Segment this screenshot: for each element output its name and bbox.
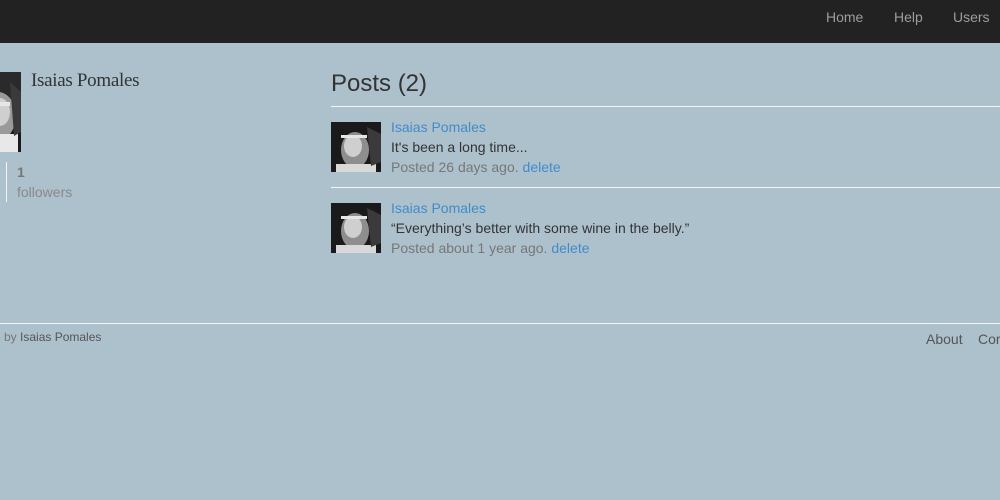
post-content: It's been a long time...	[391, 139, 528, 155]
footer-credit: p by Isaias Pomales	[0, 330, 101, 344]
footer-about-link[interactable]: About	[926, 331, 963, 347]
post-avatar[interactable]	[331, 203, 381, 253]
post-avatar-photo	[331, 203, 381, 253]
post-timestamp: Posted 26 days ago.	[391, 159, 519, 175]
post-timestamp: Posted about 1 year ago.	[391, 240, 548, 256]
stat-divider	[6, 162, 7, 202]
nav-help-link[interactable]: Help	[894, 9, 923, 25]
footer-credit-prefix: p by	[0, 330, 17, 344]
nav-home-link[interactable]: Home	[826, 9, 863, 25]
followers-count[interactable]: 1	[17, 164, 25, 180]
navbar: Home Help Users	[0, 0, 1000, 43]
post-user-link[interactable]: Isaias Pomales	[391, 200, 486, 216]
delete-post-link[interactable]: delete	[551, 240, 589, 256]
post-avatar[interactable]	[331, 122, 381, 172]
post-meta: Posted about 1 year ago. delete	[391, 240, 590, 256]
post-avatar-photo	[331, 122, 381, 172]
post-divider	[331, 187, 1000, 188]
profile-photo	[0, 72, 21, 152]
nav-users-link[interactable]: Users	[953, 9, 990, 25]
posts-divider	[331, 106, 1000, 107]
post-content: “Everything’s better with some wine in t…	[391, 220, 690, 236]
delete-post-link[interactable]: delete	[523, 159, 561, 175]
post-user-link[interactable]: Isaias Pomales	[391, 119, 486, 135]
posts-title: Posts (2)	[331, 70, 428, 97]
profile-name: Isaias Pomales	[31, 70, 140, 91]
footer-divider	[0, 323, 1000, 324]
followers-label[interactable]: followers	[17, 184, 72, 200]
avatar[interactable]	[0, 72, 21, 152]
footer-author-link[interactable]: Isaias Pomales	[20, 330, 101, 344]
footer-contact-link[interactable]: Cor	[978, 331, 1000, 347]
post-meta: Posted 26 days ago. delete	[391, 159, 561, 175]
